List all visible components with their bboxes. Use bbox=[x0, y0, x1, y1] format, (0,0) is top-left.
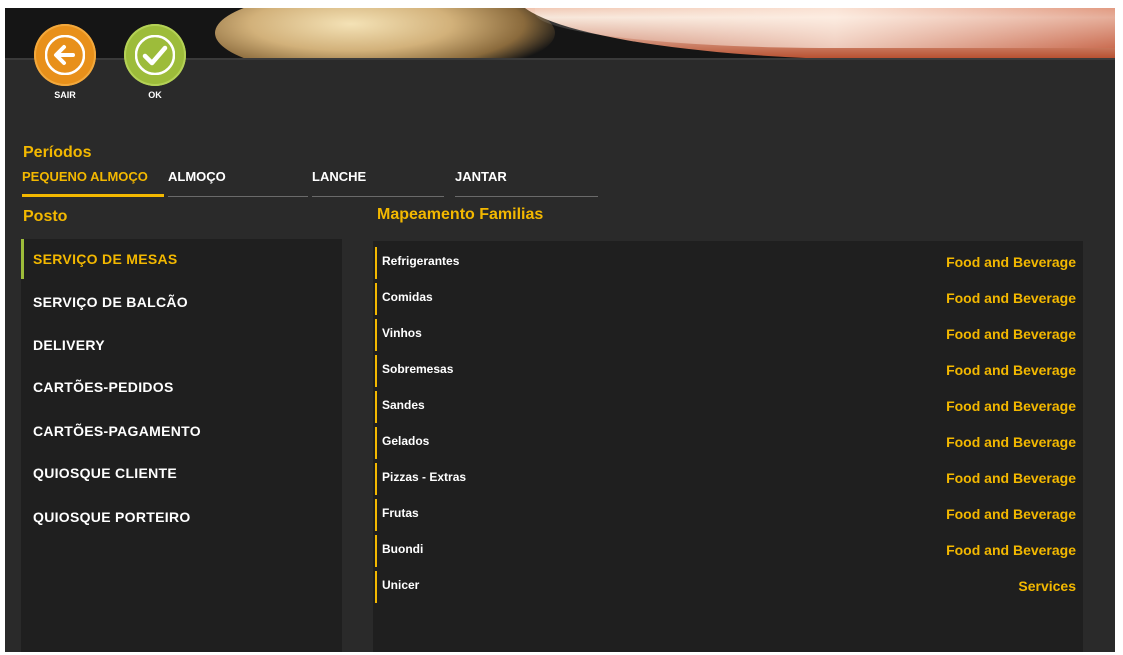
mapping-row-refrigerantes[interactable]: Refrigerantes Food and Beverage bbox=[373, 245, 1083, 279]
row-indicator bbox=[375, 463, 377, 495]
family-name: Comidas bbox=[382, 290, 433, 304]
family-name: Sobremesas bbox=[382, 362, 454, 376]
sair-circle[interactable] bbox=[34, 24, 96, 86]
tab-jantar[interactable]: JANTAR bbox=[455, 168, 598, 197]
row-indicator bbox=[375, 571, 377, 603]
mapping-value[interactable]: Food and Beverage bbox=[946, 398, 1076, 414]
row-indicator bbox=[375, 391, 377, 423]
family-name: Refrigerantes bbox=[382, 254, 460, 268]
row-indicator bbox=[375, 319, 377, 351]
mapping-row-sandes[interactable]: Sandes Food and Beverage bbox=[373, 389, 1083, 423]
mapping-value[interactable]: Food and Beverage bbox=[946, 542, 1076, 558]
ok-button[interactable]: OK bbox=[119, 24, 191, 100]
ok-label: OK bbox=[148, 90, 162, 100]
posto-item-delivery[interactable]: DELIVERY bbox=[21, 325, 342, 365]
posto-item-label: QUIOSQUE CLIENTE bbox=[33, 465, 178, 481]
mapping-value[interactable]: Food and Beverage bbox=[946, 470, 1076, 486]
family-name: Unicer bbox=[382, 578, 420, 592]
row-indicator bbox=[375, 427, 377, 459]
sair-label: SAIR bbox=[54, 90, 76, 100]
tab-almoco[interactable]: ALMOÇO bbox=[168, 168, 308, 197]
selected-indicator bbox=[21, 239, 24, 279]
sair-button[interactable]: SAIR bbox=[29, 24, 101, 100]
posto-item-label: SERVIÇO DE BALCÃO bbox=[33, 294, 188, 310]
mapping-value[interactable]: Food and Beverage bbox=[946, 434, 1076, 450]
posto-item-servico-de-balcao[interactable]: SERVIÇO DE BALCÃO bbox=[21, 282, 342, 322]
mapping-row-sobremesas[interactable]: Sobremesas Food and Beverage bbox=[373, 353, 1083, 387]
ok-circle[interactable] bbox=[124, 24, 186, 86]
posto-item-label: CARTÕES-PAGAMENTO bbox=[33, 423, 201, 439]
posto-item-cartoes-pedidos[interactable]: CARTÕES-PEDIDOS bbox=[21, 367, 342, 407]
posto-item-quiosque-porteiro[interactable]: QUIOSQUE PORTEIRO bbox=[21, 497, 342, 537]
mapping-row-vinhos[interactable]: Vinhos Food and Beverage bbox=[373, 317, 1083, 351]
posto-item-label: QUIOSQUE PORTEIRO bbox=[33, 509, 191, 525]
family-name: Sandes bbox=[382, 398, 425, 412]
row-indicator bbox=[375, 499, 377, 531]
mapping-row-pizzas-extras[interactable]: Pizzas - Extras Food and Beverage bbox=[373, 461, 1083, 495]
posto-item-servico-de-mesas[interactable]: SERVIÇO DE MESAS bbox=[21, 239, 342, 279]
mapping-value[interactable]: Food and Beverage bbox=[946, 506, 1076, 522]
posto-item-label: CARTÕES-PEDIDOS bbox=[33, 379, 174, 395]
posto-item-label: DELIVERY bbox=[33, 337, 105, 353]
row-indicator bbox=[375, 355, 377, 387]
family-name: Gelados bbox=[382, 434, 430, 448]
tab-pequeno-almoco[interactable]: PEQUENO ALMOÇO bbox=[22, 168, 164, 197]
family-name: Pizzas - Extras bbox=[382, 470, 467, 484]
posto-item-quiosque-cliente[interactable]: QUIOSQUE CLIENTE bbox=[21, 453, 342, 493]
banner-bread bbox=[215, 8, 555, 60]
mapping-row-frutas[interactable]: Frutas Food and Beverage bbox=[373, 497, 1083, 531]
tab-lanche[interactable]: LANCHE bbox=[312, 168, 444, 197]
mapping-value[interactable]: Food and Beverage bbox=[946, 254, 1076, 270]
posto-item-label: SERVIÇO DE MESAS bbox=[33, 251, 178, 267]
mapping-row-buondi[interactable]: Buondi Food and Beverage bbox=[373, 533, 1083, 567]
row-indicator bbox=[375, 283, 377, 315]
posto-title: Posto bbox=[23, 208, 68, 225]
mapeamento-title: Mapeamento Familias bbox=[377, 206, 544, 223]
family-name: Vinhos bbox=[382, 326, 422, 340]
app-window: SAIR OK Períodos PEQUENO ALMOÇO ALMOÇO L… bbox=[5, 8, 1115, 652]
check-icon bbox=[135, 35, 175, 75]
arrow-left-icon bbox=[45, 35, 85, 75]
mapping-row-comidas[interactable]: Comidas Food and Beverage bbox=[373, 281, 1083, 315]
mapping-row-unicer[interactable]: Unicer Services bbox=[373, 569, 1083, 603]
periodos-title: Períodos bbox=[23, 144, 92, 161]
mapping-value[interactable]: Food and Beverage bbox=[946, 290, 1076, 306]
row-indicator bbox=[375, 535, 377, 567]
banner-plate-highlight bbox=[535, 8, 1115, 48]
family-name: Buondi bbox=[382, 542, 424, 556]
posto-item-cartoes-pagamento[interactable]: CARTÕES-PAGAMENTO bbox=[21, 411, 342, 451]
mapping-value[interactable]: Services bbox=[1018, 578, 1076, 594]
mapping-row-gelados[interactable]: Gelados Food and Beverage bbox=[373, 425, 1083, 459]
mapeamento-list: Refrigerantes Food and Beverage Comidas … bbox=[373, 241, 1083, 652]
mapping-value[interactable]: Food and Beverage bbox=[946, 362, 1076, 378]
posto-list: SERVIÇO DE MESAS SERVIÇO DE BALCÃO DELIV… bbox=[21, 239, 342, 652]
row-indicator bbox=[375, 247, 377, 279]
mapping-value[interactable]: Food and Beverage bbox=[946, 326, 1076, 342]
family-name: Frutas bbox=[382, 506, 419, 520]
screen-frame: SAIR OK Períodos PEQUENO ALMOÇO ALMOÇO L… bbox=[0, 0, 1123, 655]
